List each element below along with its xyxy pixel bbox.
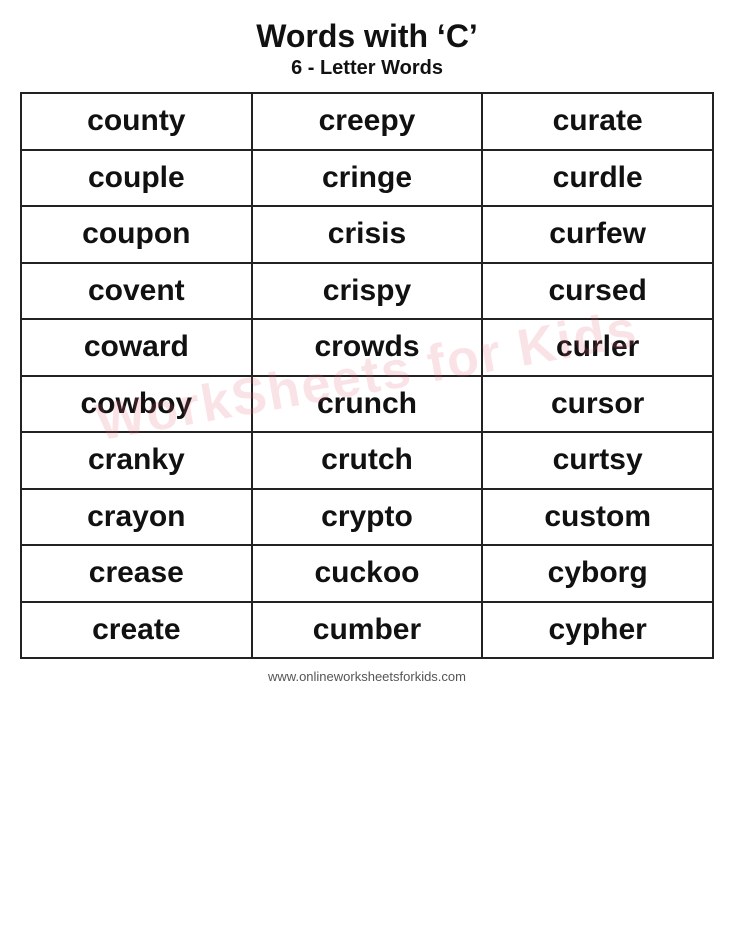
word-cell: cursor xyxy=(482,376,713,433)
word-cell: create xyxy=(21,602,252,659)
table-row: cowardcrowdscurler xyxy=(21,319,713,376)
table-row: crayoncryptocustom xyxy=(21,489,713,546)
table-row: countycreepycurate xyxy=(21,93,713,150)
word-cell: curate xyxy=(482,93,713,150)
page-title: Words with ‘C’ xyxy=(256,18,478,55)
table-row: cowboycrunchcursor xyxy=(21,376,713,433)
word-cell: crowds xyxy=(252,319,483,376)
footer-url: www.onlineworksheetsforkids.com xyxy=(268,669,466,684)
page-subtitle: 6 - Letter Words xyxy=(291,57,443,80)
word-cell: covent xyxy=(21,263,252,320)
word-cell: cumber xyxy=(252,602,483,659)
word-table: countycreepycuratecouplecringecurdlecoup… xyxy=(20,92,714,659)
word-cell: crease xyxy=(21,545,252,602)
word-cell: cranky xyxy=(21,432,252,489)
word-cell: crunch xyxy=(252,376,483,433)
word-cell: crayon xyxy=(21,489,252,546)
word-cell: county xyxy=(21,93,252,150)
word-cell: curdle xyxy=(482,150,713,207)
table-row: coventcrispycursed xyxy=(21,263,713,320)
word-cell: custom xyxy=(482,489,713,546)
word-cell: crisis xyxy=(252,206,483,263)
table-row: couplecringecurdle xyxy=(21,150,713,207)
word-cell: cypher xyxy=(482,602,713,659)
word-cell: cowboy xyxy=(21,376,252,433)
word-cell: couple xyxy=(21,150,252,207)
word-cell: cringe xyxy=(252,150,483,207)
table-row: crankycrutchcurtsy xyxy=(21,432,713,489)
table-row: couponcrisiscurfew xyxy=(21,206,713,263)
word-cell: cuckoo xyxy=(252,545,483,602)
word-cell: coward xyxy=(21,319,252,376)
word-cell: cursed xyxy=(482,263,713,320)
table-row: createcumbercypher xyxy=(21,602,713,659)
word-cell: crypto xyxy=(252,489,483,546)
word-cell: coupon xyxy=(21,206,252,263)
word-cell: curler xyxy=(482,319,713,376)
word-cell: crispy xyxy=(252,263,483,320)
word-cell: cyborg xyxy=(482,545,713,602)
word-cell: curtsy xyxy=(482,432,713,489)
word-cell: creepy xyxy=(252,93,483,150)
word-cell: curfew xyxy=(482,206,713,263)
table-row: creasecuckoocyborg xyxy=(21,545,713,602)
word-cell: crutch xyxy=(252,432,483,489)
